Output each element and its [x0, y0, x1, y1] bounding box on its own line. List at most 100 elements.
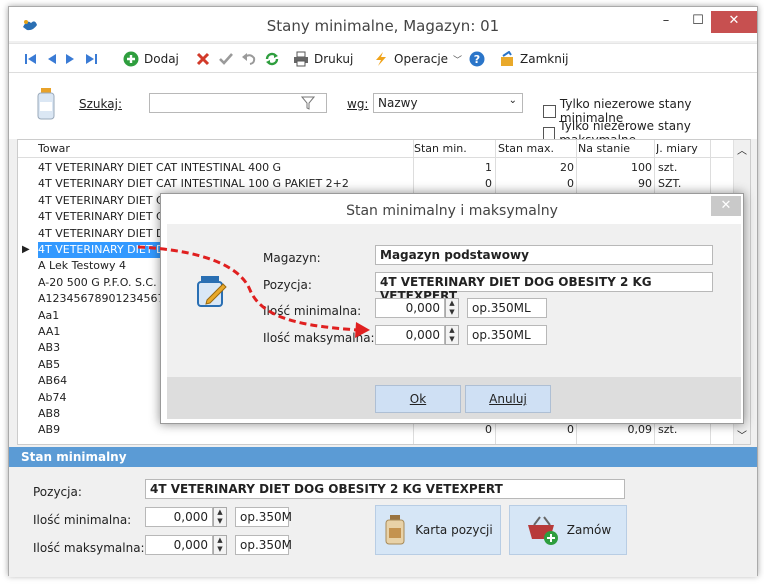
dialog-min-field[interactable]: 0,000 — [375, 298, 445, 318]
ok-button[interactable]: Ok — [375, 385, 461, 413]
item-card-label: Karta pozycji — [415, 523, 493, 537]
basket-add-icon — [527, 516, 558, 545]
close-label: Zamknij — [520, 52, 569, 66]
checkbox-box — [543, 104, 556, 118]
maximize-button[interactable]: ☐ — [681, 11, 715, 33]
bottom-max-field[interactable]: 0,000 — [145, 535, 213, 555]
table-row[interactable]: AB9 0 0 0,09 szt. — [18, 422, 734, 438]
table-cell: SZT. — [658, 177, 682, 191]
order-button[interactable]: Zamów — [509, 505, 627, 555]
search-by-value: Nazwy — [378, 96, 418, 110]
operations-button[interactable]: Operacje ﹀ — [373, 50, 462, 68]
table-cell: 0 — [567, 423, 574, 437]
chevron-down-icon: ⌄ — [508, 95, 517, 106]
grid-header: Towar Stan min. Stan max. Na stanie J. m… — [18, 140, 750, 158]
table-cell: 4T VETERINARY DIET DOG — [38, 242, 168, 259]
column-header-unit[interactable]: J. miary — [656, 141, 712, 157]
bottom-position-field[interactable]: 4T VETERINARY DIET DOG OBESITY 2 KG VETE… — [145, 479, 625, 499]
scroll-down-icon[interactable]: ﹀ — [734, 427, 750, 442]
dialog-warehouse-label: Magazyn: — [263, 251, 321, 265]
dialog-body: Magazyn: Magazyn podstawowy Pozycja: 4T … — [167, 224, 741, 377]
column-header-min[interactable]: Stan min. — [414, 141, 496, 157]
add-button[interactable]: Dodaj — [123, 50, 179, 68]
operations-label: Operacje — [394, 52, 449, 66]
add-label: Dodaj — [144, 52, 179, 66]
help-button[interactable]: ? — [469, 50, 485, 68]
title-bar: Stany minimalne, Magazyn: 01 – ☐ ✕ — [9, 7, 757, 41]
dialog-min-unit: op.350ML — [467, 298, 547, 318]
search-area: Szukaj: wg: Nazwy ⌄ Tylko niezerowe stan… — [9, 73, 757, 147]
table-cell: 4T VETERINARY DIET CAT INTESTINAL 100 G … — [38, 177, 349, 191]
minimize-button[interactable]: – — [649, 11, 683, 33]
dialog-max-label: Ilość maksymalna: — [263, 331, 375, 345]
edit-actions — [195, 50, 280, 68]
table-row[interactable]: 4T VETERINARY DIET CAT INTESTINAL 400 G 1… — [18, 160, 734, 176]
confirm-icon[interactable] — [218, 51, 234, 67]
refresh-icon[interactable] — [264, 51, 280, 67]
table-cell: szt. — [658, 161, 678, 174]
cancel-button[interactable]: Anuluj — [465, 385, 551, 413]
dialog-position-field[interactable]: 4T VETERINARY DIET DOG OBESITY 2 KG VETE… — [375, 272, 713, 303]
first-record-icon[interactable] — [23, 51, 39, 67]
dialog-max-unit: op.350ML — [467, 325, 547, 345]
bottom-max-unit: op.350M — [235, 535, 292, 555]
bottle-icon — [385, 515, 405, 545]
dialog-title: Stan minimalny i maksymalny — [346, 203, 558, 219]
table-cell: AB9 — [38, 423, 61, 437]
section-title: Stan minimalny — [9, 447, 757, 467]
dialog-max-stepper[interactable]: ▲ ▼ — [445, 325, 459, 345]
table-cell: 100 — [631, 161, 652, 174]
next-record-icon[interactable] — [65, 51, 75, 67]
bottom-min-label: Ilość minimalna: — [33, 513, 132, 527]
item-card-button[interactable]: Karta pozycji — [375, 505, 501, 555]
previous-record-icon[interactable] — [47, 51, 57, 67]
svg-text:?: ? — [474, 53, 480, 66]
dialog-footer: Ok Anuluj — [167, 377, 741, 419]
bottom-max-stepper[interactable]: ▲ ▼ — [213, 535, 227, 555]
lightning-icon — [376, 52, 386, 66]
exit-door-icon — [501, 51, 513, 66]
dialog-min-label: Ilość minimalna: — [263, 304, 362, 318]
delete-icon[interactable] — [195, 51, 211, 67]
undo-icon[interactable] — [241, 51, 257, 67]
edit-document-icon — [197, 276, 227, 307]
table-cell: 20 — [560, 161, 574, 174]
search-by-label: wg: — [347, 97, 369, 111]
table-cell: szt. — [658, 423, 678, 437]
close-window-button[interactable]: ✕ — [711, 11, 757, 33]
bottom-max-label: Ilość maksymalna: — [33, 541, 145, 555]
table-cell: 0,09 — [627, 423, 653, 437]
close-button[interactable]: Zamknij — [499, 50, 569, 68]
filter-icon[interactable] — [301, 96, 315, 110]
table-cell: 4T VETERINARY DIET CAT INTESTINAL 400 G — [38, 161, 282, 174]
table-cell: 0 — [567, 177, 574, 191]
bottom-min-stepper[interactable]: ▲ ▼ — [213, 507, 227, 527]
table-row[interactable]: 4T VETERINARY DIET CAT INTESTINAL 100 G … — [18, 176, 734, 192]
bottom-min-unit: op.350M — [235, 507, 292, 527]
search-label: Szukaj: — [79, 97, 122, 111]
print-button[interactable]: Drukuj — [293, 50, 353, 68]
table-cell: 1 — [485, 161, 492, 174]
help-icon: ? — [469, 51, 485, 67]
last-record-icon[interactable] — [83, 51, 99, 67]
detail-panel: Pozycja: 4T VETERINARY DIET DOG OBESITY … — [9, 467, 757, 577]
record-navigation — [23, 50, 99, 68]
checkbox-box — [543, 126, 556, 140]
column-header-product[interactable]: Towar — [38, 141, 398, 157]
search-by-select[interactable]: Nazwy ⌄ — [373, 93, 523, 113]
column-header-max[interactable]: Stan max. — [498, 141, 578, 157]
table-cell: 0 — [485, 177, 492, 191]
dialog-close-button[interactable]: ✕ — [711, 196, 741, 216]
table-cell: 0 — [485, 423, 492, 437]
scroll-up-icon[interactable]: ︿ — [734, 142, 750, 157]
dialog-min-stepper[interactable]: ▲ ▼ — [445, 298, 459, 318]
dialog-warehouse-field[interactable]: Magazyn podstawowy — [375, 245, 713, 265]
window-title: Stany minimalne, Magazyn: 01 — [266, 17, 500, 35]
add-icon — [123, 51, 139, 67]
dialog-position-label: Pozycja: — [263, 278, 312, 292]
column-header-stock[interactable]: Na stanie — [578, 141, 654, 157]
chevron-down-icon: ﹀ — [453, 55, 463, 66]
toolbar: Dodaj Drukuj Operacje ﹀ ? Zamknij — [9, 43, 757, 73]
dialog-max-field[interactable]: 0,000 — [375, 325, 445, 345]
bottom-min-field[interactable]: 0,000 — [145, 507, 213, 527]
